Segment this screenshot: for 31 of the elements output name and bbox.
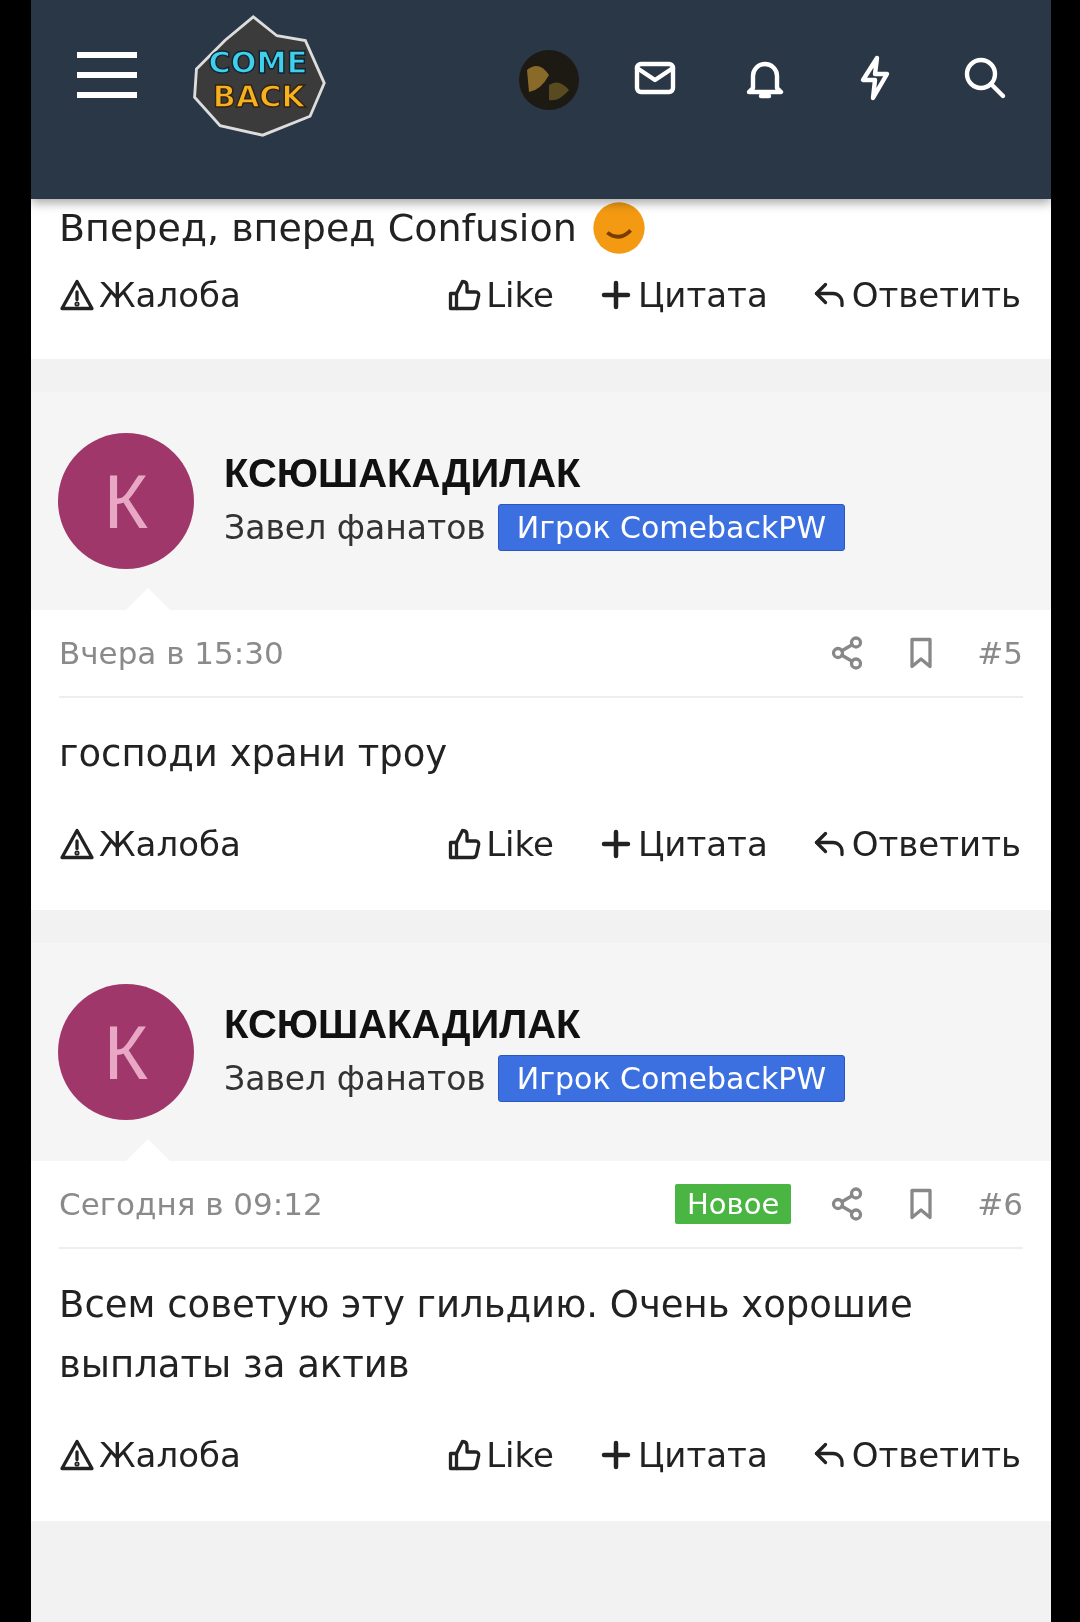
thumbs-up-icon (446, 826, 483, 862)
message-text: Вперед, вперед Confusion (59, 206, 577, 250)
username[interactable]: КСЮШАКАДИЛАК (224, 451, 846, 496)
user-title: Завел фанатов (224, 508, 486, 547)
username[interactable]: КСЮШАКАДИЛАК (224, 1002, 846, 1047)
like-link[interactable]: Like (446, 1435, 554, 1475)
message-text: господи храни троу (59, 731, 449, 777)
like-link[interactable]: Like (446, 824, 554, 864)
warning-icon (59, 277, 95, 313)
user-title: Завел фанатов (224, 1059, 486, 1098)
like-link[interactable]: Like (446, 275, 554, 315)
new-badge: Новое (675, 1184, 792, 1224)
user-badge: Игрок ComebackPW (497, 504, 846, 551)
quote-link[interactable]: Цитата (597, 824, 768, 864)
quote-link[interactable]: Цитата (597, 1435, 768, 1475)
reply-link[interactable]: Ответить (811, 275, 1021, 315)
warning-icon (59, 826, 95, 862)
quote-link[interactable]: Цитата (597, 275, 768, 315)
user-avatar[interactable] (519, 50, 579, 110)
reply-link[interactable]: Ответить (811, 824, 1021, 864)
message-text: Всем советую эту гильдию. Очень хорошие выплаты за актив (59, 1282, 914, 1388)
warning-icon (59, 1437, 95, 1473)
emoji-icon (590, 200, 647, 256)
menu-icon[interactable] (76, 50, 138, 100)
thumbs-up-icon (446, 1437, 483, 1473)
report-link[interactable]: Жалоба (59, 275, 241, 315)
user-badge: Игрок ComebackPW (497, 1055, 846, 1102)
report-link[interactable]: Жалоба (59, 1435, 241, 1475)
report-link[interactable]: Жалоба (59, 824, 241, 864)
reply-link[interactable]: Ответить (811, 1435, 1021, 1475)
thumbs-up-icon (446, 277, 483, 313)
